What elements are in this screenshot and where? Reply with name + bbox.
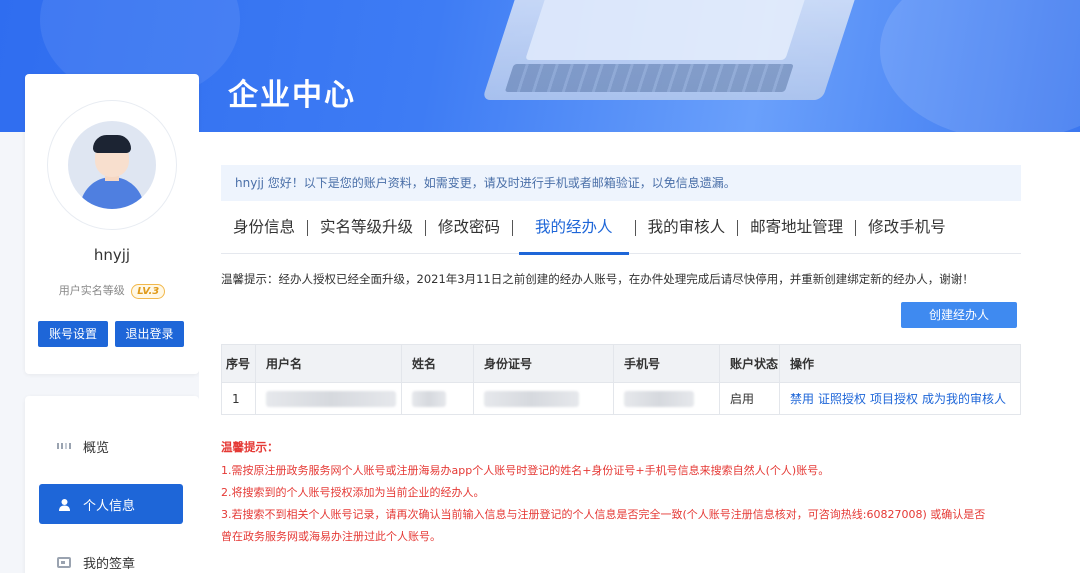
page-title: 企业中心 [228,78,356,113]
upgrade-tip: 温馨提示：经办人授权已经全面升级，2021年3月11日之前创建的经办人账号，在办… [221,272,974,286]
sidebar-item-personal-info[interactable]: 个人信息 [39,484,183,524]
seal-icon [57,555,71,569]
logout-button[interactable]: 退出登录 [115,321,184,347]
avatar-frame [47,100,177,230]
warning-title: 温馨提示： [221,440,279,454]
level-label: 用户实名等级 [58,284,125,297]
banner-glow [880,0,1080,132]
tab-change-password[interactable]: 修改密码 [426,214,512,254]
laptop-screen [525,0,808,60]
account-settings-button[interactable]: 账号设置 [38,321,108,347]
license-auth-link[interactable]: 证照授权 [818,392,866,406]
warning-notes: 温馨提示： 1.需按原注册政务服务网个人账号或注册海易办app个人账号时登记的姓… [221,436,1031,548]
cell-id-redacted [473,382,614,415]
laptop-keyboard [504,64,794,92]
create-agent-button[interactable]: 创建经办人 [901,302,1017,328]
warning-line: 1.需按原注册政务服务网个人账号或注册海易办app个人账号时登记的姓名+身份证号… [221,464,830,477]
cell-name-redacted [401,382,474,415]
tab-mailing-address[interactable]: 邮寄地址管理 [738,214,855,254]
level-row: 用户实名等级 LV.3 [25,282,199,299]
tab-change-phone[interactable]: 修改手机号 [856,214,958,254]
table-header-row: 序号 用户名 姓名 身份证号 手机号 账户状态 操作 [221,344,1021,383]
sidebar-item-overview[interactable]: 概览 [39,426,183,466]
tab-my-agents[interactable]: 我的经办人 [513,214,635,255]
tab-verify-level[interactable]: 实名等级升级 [308,214,425,254]
warning-line: 3.若搜索不到相关个人账号记录，请再次确认当前输入信息与注册登记的个人信息是否完… [221,508,986,521]
col-username: 用户名 [255,344,402,383]
cell-status: 启用 [719,382,780,415]
cell-actions: 禁用 证照授权 项目授权 成为我的审核人 [779,382,1021,415]
sidebar-item-my-seal[interactable]: 我的签章 [39,542,183,573]
grid-icon [57,439,71,453]
tab-identity[interactable]: 身份信息 [221,214,307,254]
profile-card: hnyjj 用户实名等级 LV.3 账号设置 退出登录 [25,74,199,374]
avatar [68,121,156,209]
cell-index: 1 [221,382,256,415]
disable-link[interactable]: 禁用 [790,392,814,406]
agents-table: 序号 用户名 姓名 身份证号 手机号 账户状态 操作 1 启用 禁用 证照授权 项目… [221,344,1021,415]
col-index: 序号 [221,344,256,383]
user-icon [57,497,71,511]
table-row: 1 启用 禁用 证照授权 项目授权 成为我的审核人 [221,382,1021,415]
make-reviewer-link[interactable]: 成为我的审核人 [922,392,1006,406]
sidebar-item-label: 个人信息 [83,498,136,514]
col-status: 账户状态 [719,344,780,383]
project-auth-link[interactable]: 项目授权 [870,392,918,406]
username: hnyjj [93,246,131,264]
laptop-illustration [482,0,858,100]
warning-line: 曾在政务服务网或海易办注册过此个人账号。 [221,530,441,543]
col-id-number: 身份证号 [473,344,614,383]
cell-username-redacted [255,382,402,415]
level-badge: LV.3 [131,284,166,299]
col-name: 姓名 [401,344,474,383]
warning-line: 2.将搜索到的个人账号授权添加为当前企业的经办人。 [221,486,485,499]
cell-phone-redacted [613,382,720,415]
sidebar-item-label: 我的签章 [83,556,136,572]
main-panel: hnyjj 您好！以下是您的账户资料，如需变更，请及时进行手机或者邮箱验证，以免… [199,132,1080,573]
tab-my-reviewers[interactable]: 我的审核人 [636,214,738,254]
side-nav: 概览 个人信息 我的签章 [25,396,199,573]
account-notice: hnyjj 您好！以下是您的账户资料，如需变更，请及时进行手机或者邮箱验证，以免… [221,165,1021,201]
col-phone: 手机号 [613,344,720,383]
col-actions: 操作 [779,344,1021,383]
tab-bar: 身份信息 实名等级升级 修改密码 我的经办人 我的审核人 邮寄地址管理 修改手机… [221,214,1021,255]
sidebar-item-label: 概览 [83,440,110,456]
